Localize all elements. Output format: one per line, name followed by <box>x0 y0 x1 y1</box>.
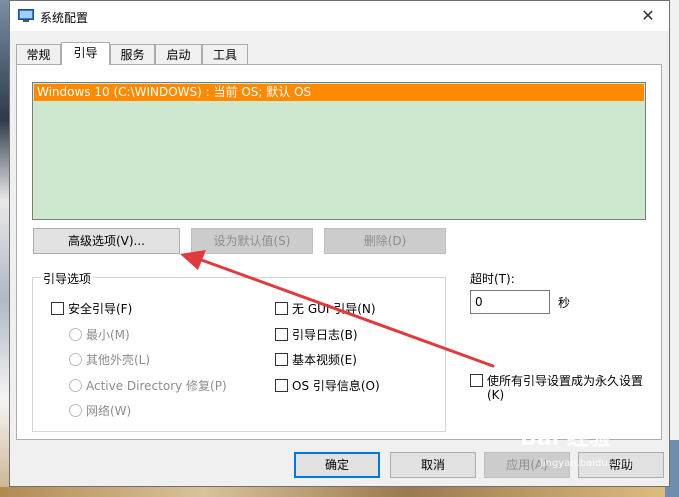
boot-log-checkbox[interactable]: 引导日志(B) <box>275 326 358 343</box>
watermark-brand: Bai 经验 <box>520 426 611 451</box>
radio-circle <box>69 328 82 341</box>
os-boot-info-checkbox[interactable]: OS 引导信息(O) <box>275 377 380 394</box>
no-gui-boot-checkbox[interactable]: 无 GUI 引导(N) <box>275 300 376 317</box>
set-default-button[interactable]: 设为默认值(S) <box>191 228 313 254</box>
delete-button[interactable]: 删除(D) <box>324 228 446 254</box>
boot-options-group: 引导选项 安全引导(F) 最小(M) 其他外壳(L) Active Direct… <box>32 270 446 432</box>
advanced-options-button[interactable]: 高级选项(V)... <box>33 228 180 254</box>
base-video-checkbox[interactable]: 基本视频(E) <box>275 351 357 368</box>
tab-general[interactable]: 常规 <box>16 44 61 64</box>
system-config-window: 系统配置 ✕ 常规 引导 服务 启动 工具 Windows 10 (C:\WIN… <box>9 0 670 487</box>
title-bar[interactable]: 系统配置 ✕ <box>10 1 669 31</box>
timeout-label: 超时(T): <box>470 272 515 286</box>
radio-circle <box>69 379 82 392</box>
timeout-input[interactable]: 0 <box>470 290 550 314</box>
ad-repair-radio[interactable]: Active Directory 修复(P) <box>69 377 227 394</box>
os-list[interactable]: Windows 10 (C:\WINDOWS) : 当前 OS; 默认 OS <box>32 82 646 220</box>
safe-boot-checkbox[interactable]: 安全引导(F) <box>51 300 132 317</box>
radio-circle <box>69 353 82 366</box>
timeout-unit: 秒 <box>558 296 571 310</box>
tab-boot[interactable]: 引导 <box>61 42 110 65</box>
tab-startup[interactable]: 启动 <box>155 44 202 64</box>
minimal-label: 最小(M) <box>86 328 130 342</box>
minimal-radio[interactable]: 最小(M) <box>69 326 130 343</box>
no-gui-boot-label: 无 GUI 引导(N) <box>292 302 376 316</box>
os-boot-info-label: OS 引导信息(O) <box>292 379 380 393</box>
boot-tab-panel: Windows 10 (C:\WINDOWS) : 当前 OS; 默认 OS 高… <box>16 64 662 440</box>
boot-log-label: 引导日志(B) <box>292 328 358 342</box>
ad-repair-label: Active Directory 修复(P) <box>86 379 227 393</box>
boot-options-label: 引导选项 <box>41 270 94 287</box>
make-permanent-label-2: (K) <box>487 388 505 402</box>
watermark-url: jingyan.baidu.com <box>540 458 633 469</box>
radio-circle <box>69 404 82 417</box>
make-permanent-label: 使所有引导设置成为永久设置 <box>487 374 644 388</box>
checkbox-box <box>51 302 64 315</box>
checkbox-box <box>275 353 288 366</box>
system-config-icon <box>18 9 34 22</box>
ok-button[interactable]: 确定 <box>294 452 380 478</box>
network-label: 网络(W) <box>86 404 132 418</box>
make-permanent-checkbox[interactable]: 使所有引导设置成为永久设置 <box>470 372 643 389</box>
checkbox-box <box>275 302 288 315</box>
network-radio[interactable]: 网络(W) <box>69 402 131 419</box>
alternate-shell-label: 其他外壳(L) <box>86 353 151 367</box>
close-icon[interactable]: ✕ <box>633 4 663 28</box>
alternate-shell-radio[interactable]: 其他外壳(L) <box>69 351 150 368</box>
desktop-background-bottom <box>0 487 679 497</box>
cancel-button[interactable]: 取消 <box>390 452 476 478</box>
checkbox-box <box>275 379 288 392</box>
tab-tools[interactable]: 工具 <box>202 44 248 64</box>
tab-services[interactable]: 服务 <box>110 44 155 64</box>
checkbox-box <box>470 374 483 387</box>
window-title: 系统配置 <box>40 11 89 25</box>
safe-boot-label: 安全引导(F) <box>68 302 133 316</box>
checkbox-box <box>275 328 288 341</box>
base-video-label: 基本视频(E) <box>292 353 357 367</box>
os-list-item[interactable]: Windows 10 (C:\WINDOWS) : 当前 OS; 默认 OS <box>34 84 644 101</box>
